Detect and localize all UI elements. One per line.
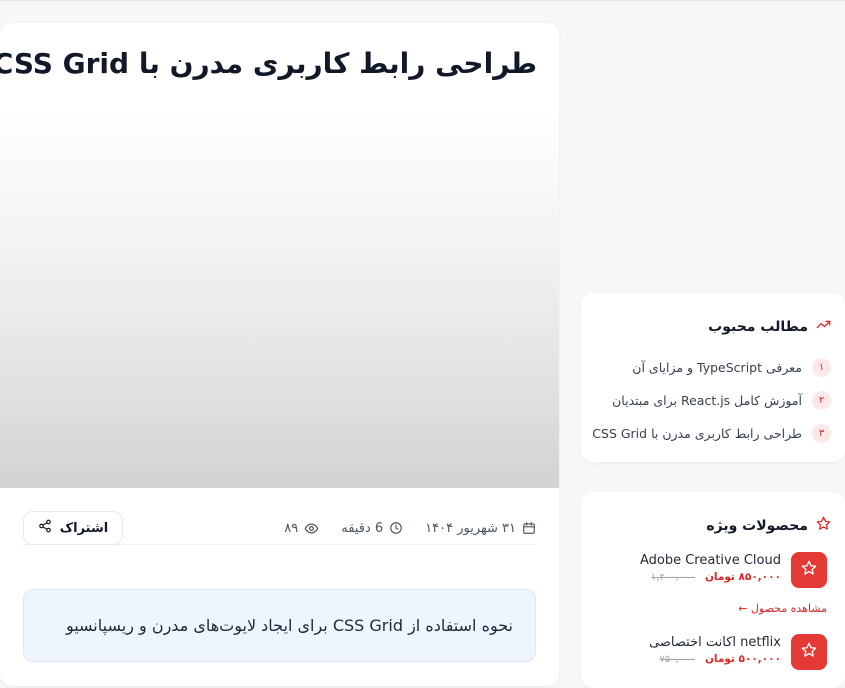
product-item[interactable]: Adobe Creative Cloud ۸۵۰,۰۰۰ تومان ۱,۲۰۰…: [595, 550, 831, 590]
article-excerpt: نحوه استفاده از CSS Grid برای ایجاد لایو…: [23, 589, 536, 662]
product-old-price: ۷۵۰,۰۰۰: [659, 653, 695, 665]
popular-post-title: معرفی TypeScript و مزایای آن: [632, 360, 802, 375]
star-icon: [801, 642, 817, 662]
popular-posts-title: مطالب محبوب: [708, 318, 808, 335]
product-price: ۸۵۰,۰۰۰ تومان: [704, 571, 781, 583]
popular-post-rank: ۳: [812, 424, 831, 443]
popular-posts-card: مطالب محبوب ۱ معرفی TypeScript و مزایای …: [581, 293, 845, 462]
share-label: اشتراک: [59, 520, 109, 536]
popular-post-item[interactable]: ۲ آموزش کامل React.js برای مبتدیان: [595, 384, 831, 417]
share-icon: [38, 519, 52, 537]
article-date: ۳۱ شهریور ۱۴۰۴: [425, 521, 536, 536]
article-read-time-text: 6 دقیقه: [341, 520, 384, 536]
article-title: طراحی رابط کاربری مدرن با CSS Grid: [0, 47, 537, 80]
popular-post-rank: ۱: [812, 358, 831, 377]
popular-post-item[interactable]: ۱ معرفی TypeScript و مزایای آن: [595, 351, 831, 384]
product-thumbnail: [791, 552, 827, 588]
product-name: اکانت اختصاصی netflix: [649, 635, 781, 650]
popular-post-title: آموزش کامل React.js برای مبتدیان: [612, 393, 802, 408]
popular-post-rank: ۲: [812, 391, 831, 410]
star-icon: [816, 516, 831, 535]
popular-post-item[interactable]: ۳ طراحی رابط کاربری مدرن با CSS Grid: [592, 417, 831, 450]
top-divider: [0, 0, 845, 1]
article-card: طراحی رابط کاربری مدرن با CSS Grid ۳۱ شه…: [0, 23, 559, 686]
article-meta: ۳۱ شهریور ۱۴۰۴ 6 دقیقه ۸۹: [284, 511, 536, 545]
featured-products-title: محصولات ویژه: [706, 517, 808, 534]
article-excerpt-text: نحوه استفاده از CSS Grid برای ایجاد لایو…: [65, 616, 513, 635]
article-date-text: ۳۱ شهریور ۱۴۰۴: [425, 520, 516, 536]
clock-icon: [389, 521, 403, 535]
product-item[interactable]: اکانت اختصاصی netflix ۵۰۰,۰۰۰ تومان ۷۵۰,…: [595, 632, 831, 672]
eye-icon: [304, 521, 319, 536]
popular-posts-list: ۱ معرفی TypeScript و مزایای آن ۲ آموزش ک…: [592, 351, 831, 450]
product-thumbnail: [791, 634, 827, 670]
calendar-icon: [522, 521, 536, 535]
view-product-link[interactable]: مشاهده محصول ←: [738, 602, 827, 615]
share-button[interactable]: اشتراک: [23, 511, 123, 545]
product-prices: ۸۵۰,۰۰۰ تومان ۱,۲۰۰,۰۰۰: [651, 571, 781, 583]
article-hero-image: [0, 111, 559, 488]
popular-posts-header: مطالب محبوب: [708, 317, 831, 336]
product-prices: ۵۰۰,۰۰۰ تومان ۷۵۰,۰۰۰: [660, 653, 781, 665]
article-meta-row: ۳۱ شهریور ۱۴۰۴ 6 دقیقه ۸۹ اشتراک: [23, 511, 536, 545]
article-views: ۸۹: [284, 521, 319, 536]
featured-products-header: محصولات ویژه: [706, 516, 831, 535]
product-name: Adobe Creative Cloud: [639, 553, 781, 568]
article-read-time: 6 دقیقه: [341, 521, 403, 536]
product-old-price: ۱,۲۰۰,۰۰۰: [650, 571, 695, 583]
product-price: ۵۰۰,۰۰۰ تومان: [704, 653, 781, 665]
featured-products-card: محصولات ویژه Adobe Creative Cloud ۸۵۰,۰۰…: [581, 492, 845, 688]
trending-up-icon: [816, 317, 831, 336]
popular-post-title: طراحی رابط کاربری مدرن با CSS Grid: [592, 426, 802, 441]
star-icon: [801, 560, 817, 580]
article-views-text: ۸۹: [284, 520, 299, 536]
